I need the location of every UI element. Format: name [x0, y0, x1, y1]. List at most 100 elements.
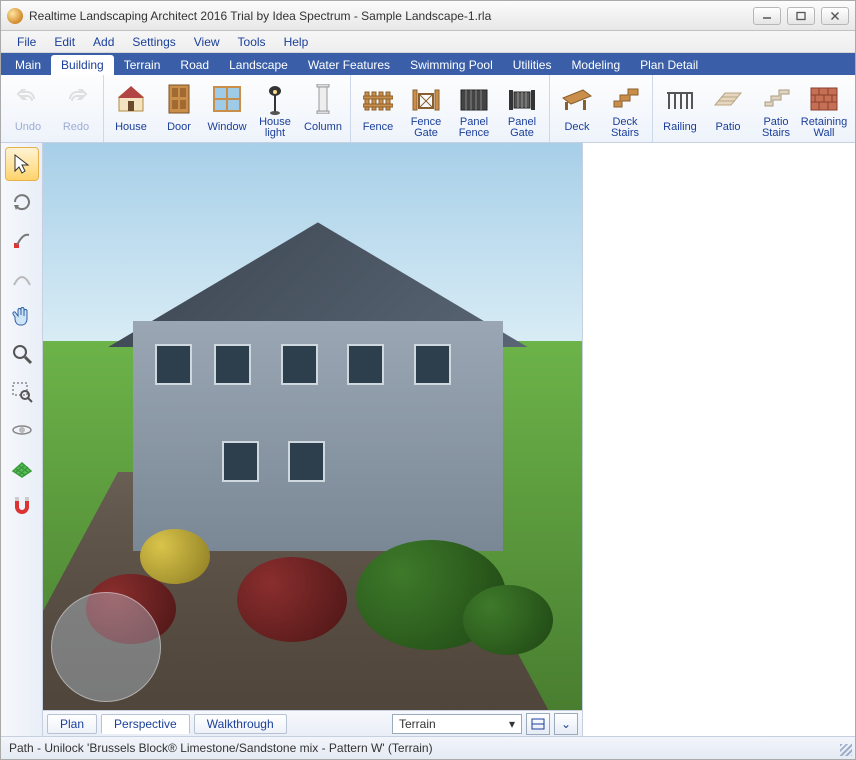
side-toolbar — [1, 143, 43, 736]
layer-dropdown-value: Terrain — [399, 717, 436, 731]
window-title: Realtime Landscaping Architect 2016 Tria… — [29, 9, 753, 23]
menu-add[interactable]: Add — [85, 33, 122, 51]
close-button[interactable] — [821, 7, 849, 25]
menu-edit[interactable]: Edit — [46, 33, 83, 51]
patio-stairs-icon — [760, 83, 792, 115]
ribbon-toolbar: Undo Redo House Door Window House light … — [1, 75, 855, 143]
tab-building[interactable]: Building — [51, 55, 114, 75]
curve-tool[interactable] — [5, 261, 39, 295]
panel-gate-icon — [506, 83, 538, 115]
fence-gate-button[interactable]: Fence Gate — [402, 75, 450, 142]
select-tool[interactable] — [5, 147, 39, 181]
layer-options-button[interactable]: ⌄ — [554, 713, 578, 735]
titlebar: Realtime Landscaping Architect 2016 Tria… — [1, 1, 855, 31]
window-model — [222, 441, 259, 482]
grid-tool[interactable] — [5, 451, 39, 485]
window-buttons — [753, 7, 849, 25]
window-model — [155, 344, 192, 385]
patio-stairs-button[interactable]: Patio Stairs — [752, 75, 800, 142]
properties-panel — [582, 143, 855, 736]
maximize-button[interactable] — [787, 7, 815, 25]
group-deck: Deck Deck Stairs — [550, 75, 653, 142]
railing-icon — [664, 83, 696, 115]
brick-wall-icon — [808, 83, 840, 115]
panel-fence-button[interactable]: Panel Fence — [450, 75, 498, 142]
window-button[interactable]: Window — [203, 75, 251, 142]
fence-button[interactable]: Fence — [354, 75, 402, 142]
window-icon — [211, 83, 243, 115]
menubar: File Edit Add Settings View Tools Help — [1, 31, 855, 53]
menu-view[interactable]: View — [186, 33, 228, 51]
undo-button[interactable]: Undo — [4, 75, 52, 142]
tab-utilities[interactable]: Utilities — [503, 55, 562, 75]
tab-landscape[interactable]: Landscape — [219, 55, 298, 75]
undo-icon — [12, 83, 44, 115]
group-undo-redo: Undo Redo — [1, 75, 104, 142]
deck-icon — [561, 83, 593, 115]
group-patio: Railing Patio Patio Stairs Retaining Wal… — [653, 75, 855, 142]
tab-swimming-pool[interactable]: Swimming Pool — [400, 55, 503, 75]
patio-button[interactable]: Patio — [704, 75, 752, 142]
panel-fence-icon — [458, 83, 490, 115]
window-model — [414, 344, 451, 385]
tab-road[interactable]: Road — [170, 55, 219, 75]
chevron-down-icon: ▾ — [509, 717, 515, 731]
window-model — [281, 344, 318, 385]
menu-file[interactable]: File — [9, 33, 44, 51]
statusbar: Path - Unilock 'Brussels Block® Limeston… — [1, 737, 855, 759]
status-text: Path - Unilock 'Brussels Block® Limeston… — [9, 741, 433, 755]
tab-terrain[interactable]: Terrain — [114, 55, 171, 75]
application-window: Realtime Landscaping Architect 2016 Tria… — [0, 0, 856, 760]
orbit-tool[interactable] — [5, 413, 39, 447]
view-tab-perspective[interactable]: Perspective — [101, 714, 190, 734]
window-model — [214, 344, 251, 385]
resize-grip[interactable] — [840, 744, 852, 756]
deck-stairs-button[interactable]: Deck Stairs — [601, 75, 649, 142]
zoom-region-tool[interactable] — [5, 375, 39, 409]
railing-button[interactable]: Railing — [656, 75, 704, 142]
ribbon-tabs: Main Building Terrain Road Landscape Wat… — [1, 53, 855, 75]
tab-main[interactable]: Main — [5, 55, 51, 75]
deck-button[interactable]: Deck — [553, 75, 601, 142]
rotate-tool[interactable] — [5, 185, 39, 219]
view-footer: Plan Perspective Walkthrough Terrain ▾ ⌄ — [43, 710, 582, 736]
wall — [133, 321, 503, 551]
house-light-button[interactable]: House light — [251, 75, 299, 142]
retaining-wall-button[interactable]: Retaining Wall — [800, 75, 848, 142]
door-button[interactable]: Door — [155, 75, 203, 142]
column-button[interactable]: Column — [299, 75, 347, 142]
accent-strip-button[interactable]: Acc St — [848, 75, 855, 142]
tab-water-features[interactable]: Water Features — [298, 55, 400, 75]
door-icon — [163, 83, 195, 115]
window-model — [347, 344, 384, 385]
pan-tool[interactable] — [5, 299, 39, 333]
move-point-tool[interactable] — [5, 223, 39, 257]
3d-nav-compass[interactable] — [51, 592, 161, 702]
shrub — [237, 557, 347, 642]
app-icon — [7, 8, 23, 24]
minimize-button[interactable] — [753, 7, 781, 25]
redo-button[interactable]: Redo — [52, 75, 100, 142]
deck-stairs-icon — [609, 83, 641, 115]
view-tab-plan[interactable]: Plan — [47, 714, 97, 734]
menu-help[interactable]: Help — [276, 33, 317, 51]
view-tab-walkthrough[interactable]: Walkthrough — [194, 714, 287, 734]
menu-settings[interactable]: Settings — [124, 33, 183, 51]
house-button[interactable]: House — [107, 75, 155, 142]
zoom-tool[interactable] — [5, 337, 39, 371]
snap-tool[interactable] — [5, 489, 39, 523]
window-model — [288, 441, 325, 482]
layer-visibility-button[interactable] — [526, 713, 550, 735]
3d-viewport[interactable] — [43, 143, 582, 710]
menu-tools[interactable]: Tools — [230, 33, 274, 51]
redo-icon — [60, 83, 92, 115]
content-area: Plan Perspective Walkthrough Terrain ▾ ⌄ — [1, 143, 855, 737]
panel-gate-button[interactable]: Panel Gate — [498, 75, 546, 142]
house-model — [108, 222, 528, 551]
tab-plan-detail[interactable]: Plan Detail — [630, 55, 708, 75]
house-icon — [115, 83, 147, 115]
viewport-container: Plan Perspective Walkthrough Terrain ▾ ⌄ — [43, 143, 582, 736]
fence-gate-icon — [410, 83, 442, 115]
tab-modeling[interactable]: Modeling — [561, 55, 630, 75]
layer-dropdown[interactable]: Terrain ▾ — [392, 714, 522, 734]
